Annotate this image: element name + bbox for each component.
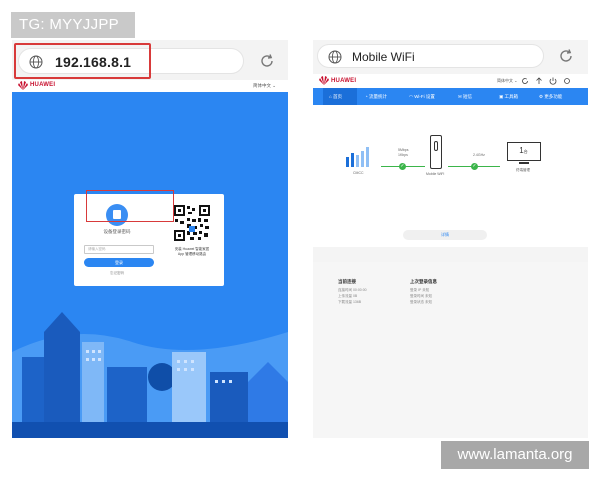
- settings-icon[interactable]: [563, 77, 571, 85]
- reload-icon[interactable]: [259, 53, 275, 69]
- network-name: CMCC: [353, 171, 364, 175]
- current-connection-title: 当前连接: [338, 279, 356, 284]
- right-phone-screen: Mobile WiFi HUAWEI 简体中文 ⌄ ⌂ 首页 ◔ 流量统计 ◠ …: [313, 40, 588, 438]
- monitor-stand: [519, 162, 529, 164]
- logout-icon[interactable]: [549, 77, 557, 85]
- info-footer: 当前连接 连接时间 00:00:00 上传流量 0B 下载流量 136B 上次登…: [313, 262, 588, 438]
- nav-wifi[interactable]: ◠ Wi-Fi 设置: [409, 88, 453, 105]
- huawei-header: HUAWEI 简体中文 ⌄: [12, 80, 288, 92]
- qr-code-icon: [173, 204, 211, 242]
- qr-caption-line-2: App 管理移动路由: [177, 252, 207, 256]
- current-row: 连接时间 00:00:00: [338, 288, 367, 292]
- globe-icon: [328, 50, 342, 64]
- login-background: 设备登录密码 请输入密码 登录 忘记密码 安装 Huawei 智能家居 App …: [12, 92, 288, 438]
- login-title: 设备登录密码: [103, 229, 131, 234]
- nav-more[interactable]: ⚙ 更多功能: [539, 88, 585, 105]
- last-login-title: 上次登录信息: [410, 279, 437, 284]
- password-input[interactable]: 请输入密码: [84, 245, 154, 254]
- nav-home[interactable]: ⌂ 首页: [323, 88, 357, 105]
- client-label: 终端管理: [516, 168, 530, 172]
- watermark-bottom-right: www.lamanta.org: [441, 441, 589, 469]
- left-phone-screen: 192.168.8.1 HUAWEI 简体中文 ⌄ 设备登录密码 请输入密码 登…: [12, 40, 288, 438]
- huawei-logo-icon: [319, 76, 329, 85]
- reload-icon[interactable]: [558, 48, 574, 64]
- nav-sms[interactable]: ✉ 短信: [458, 88, 488, 105]
- status-panel: CMCC 5Mbps 1Kbps ✓ Mobile WiFi 2.4GHz ✓ …: [313, 105, 588, 247]
- address-highlight-box: [14, 43, 151, 79]
- upload-rate: 5Mbps: [398, 148, 409, 152]
- city-illustration: [12, 312, 288, 438]
- forgot-password-link[interactable]: 忘记密码: [74, 271, 160, 276]
- last-login-row: 登录时间 未知: [410, 294, 432, 298]
- qr-caption: 安装 Huawei 智能家居 App 管理移动路由: [166, 247, 218, 257]
- huawei-logo-icon: [18, 81, 28, 90]
- refresh-icon[interactable]: [521, 77, 529, 85]
- current-row: 下载流量 136B: [338, 300, 362, 304]
- device-name: Mobile WiFi: [426, 172, 445, 176]
- router-device-icon: [430, 135, 442, 169]
- check-icon: ✓: [471, 163, 478, 170]
- download-rate: 1Kbps: [398, 153, 408, 157]
- last-login-row: 登录状态 未知: [410, 300, 432, 304]
- client-unit: 台: [523, 149, 528, 154]
- last-login-row: 登录 IP 未知: [410, 288, 430, 292]
- address-text: Mobile WiFi: [352, 50, 415, 64]
- language-select[interactable]: 简体中文 ⌄: [253, 83, 276, 89]
- login-highlight-box: [86, 190, 174, 222]
- huawei-header: HUAWEI 简体中文 ⌄: [313, 74, 588, 88]
- wifi-band: 2.4GHz: [473, 153, 485, 157]
- huawei-logo-text: HUAWEI: [331, 78, 357, 84]
- details-button[interactable]: 详情: [403, 230, 487, 240]
- login-button[interactable]: 登录: [84, 258, 154, 267]
- huawei-logo-text: HUAWEI: [30, 82, 56, 88]
- watermark-top-left: TG: MYYJJPP: [11, 12, 135, 38]
- nav-toolbox[interactable]: ▣ 工具箱: [499, 88, 535, 105]
- monitor-icon[interactable]: 1台: [507, 142, 541, 161]
- signal-strength-icon: [346, 147, 369, 167]
- language-select[interactable]: 简体中文 ⌄: [497, 78, 517, 84]
- main-navigation: ⌂ 首页 ◔ 流量统计 ◠ Wi-Fi 设置 ✉ 短信 ▣ 工具箱 ⚙ 更多功能: [313, 88, 588, 105]
- check-icon: ✓: [399, 163, 406, 170]
- current-row: 上传流量 0B: [338, 294, 358, 298]
- nav-traffic[interactable]: ◔ 流量统计: [365, 88, 405, 105]
- upgrade-icon[interactable]: [535, 77, 543, 85]
- address-bar[interactable]: Mobile WiFi: [317, 44, 544, 68]
